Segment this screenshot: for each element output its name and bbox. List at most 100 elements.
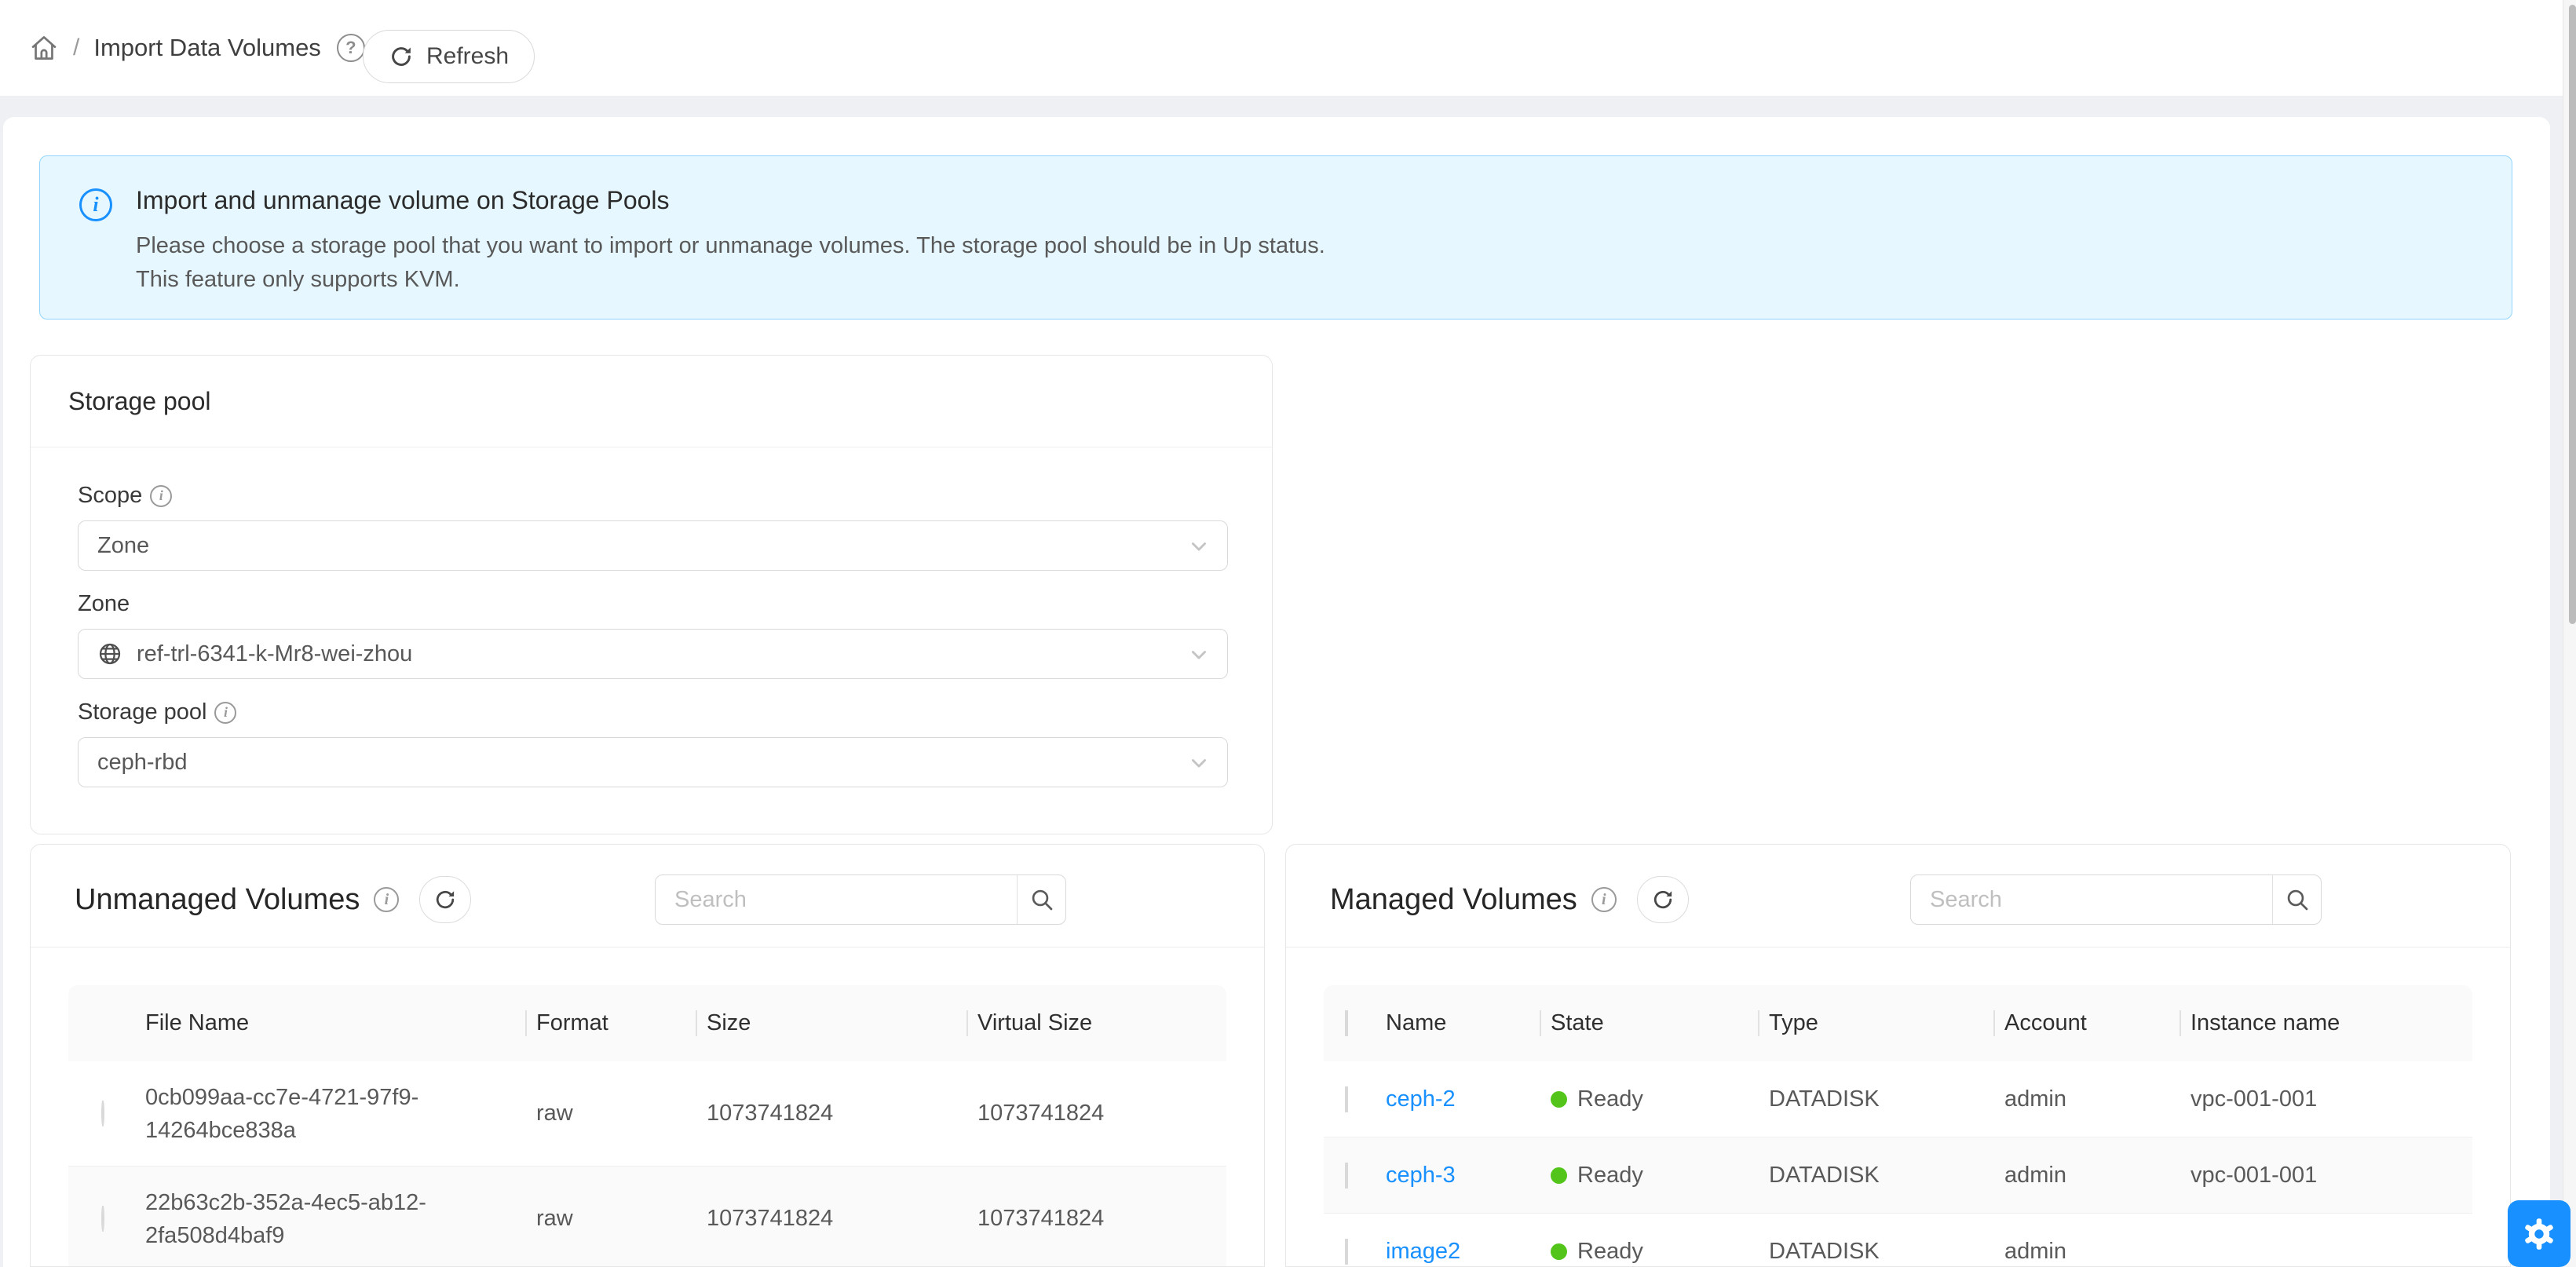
select-all-checkbox[interactable] xyxy=(1345,1010,1348,1036)
row-checkbox[interactable] xyxy=(1345,1239,1348,1265)
row-checkbox[interactable] xyxy=(1345,1163,1348,1188)
managed-table-header: Name State Type Account Instance name xyxy=(1324,985,2472,1061)
chevron-down-icon xyxy=(1188,535,1210,557)
refresh-button[interactable]: Refresh xyxy=(363,30,535,83)
scope-info-icon[interactable]: i xyxy=(150,485,172,507)
storage-pool-card-title: Storage pool xyxy=(31,356,1272,447)
cell-instance-name: vpc-001-001 xyxy=(2180,1086,2472,1112)
info-alert: i Import and unmanage volume on Storage … xyxy=(39,155,2512,319)
gear-icon xyxy=(2522,1217,2556,1251)
col-format: Format xyxy=(525,1010,696,1036)
table-row[interactable]: image2 Ready DATADISK admin xyxy=(1324,1214,2472,1267)
alert-description-line1: Please choose a storage pool that you wa… xyxy=(136,229,1325,263)
unmanaged-info-icon[interactable]: i xyxy=(374,887,399,912)
managed-search xyxy=(1910,874,2322,925)
managed-refresh-button[interactable] xyxy=(1637,876,1689,923)
volume-link[interactable]: image2 xyxy=(1386,1239,1460,1264)
col-file-name: File Name xyxy=(134,1010,525,1036)
row-radio[interactable] xyxy=(101,1206,104,1232)
cell-type: DATADISK xyxy=(1758,1086,1993,1112)
table-row[interactable]: 0cb099aa-cc7e-4721-97f9-14264bce838a raw… xyxy=(68,1061,1226,1167)
top-bar: / Import Data Volumes ? Refresh xyxy=(0,0,2563,96)
col-virtual-size: Virtual Size xyxy=(966,1010,1226,1036)
managed-search-button[interactable] xyxy=(2272,875,2321,924)
search-icon xyxy=(2285,887,2310,912)
scope-label-row: Scope i xyxy=(78,483,1228,509)
cell-size: 1073741824 xyxy=(696,1206,966,1232)
unmanaged-refresh-button[interactable] xyxy=(419,876,471,923)
unmanaged-volumes-card: Unmanaged Volumes i xyxy=(30,844,1265,1267)
storage-pool-form: Scope i Zone Zone xyxy=(31,447,1272,787)
search-icon xyxy=(1029,887,1054,912)
col-name: Name xyxy=(1375,1010,1540,1036)
unmanaged-table-header: File Name Format Size Virtual Size xyxy=(68,985,1226,1061)
ready-status-dot xyxy=(1551,1243,1567,1260)
scope-select[interactable]: Zone xyxy=(78,520,1228,571)
ready-status-dot xyxy=(1551,1167,1567,1184)
unmanaged-search-input[interactable] xyxy=(656,875,1017,924)
zone-select-value: ref-trl-6341-k-Mr8-wei-zhou xyxy=(137,641,412,667)
unmanaged-volumes-title: Unmanaged Volumes xyxy=(75,883,360,917)
reload-icon xyxy=(433,888,457,911)
zone-label: Zone xyxy=(78,591,130,617)
cell-virtual-size: 1073741824 xyxy=(966,1101,1226,1126)
cell-virtual-size: 1073741824 xyxy=(966,1206,1226,1232)
zone-select[interactable]: ref-trl-6341-k-Mr8-wei-zhou xyxy=(78,629,1228,679)
pool-label-row: Storage pool i xyxy=(78,699,1228,725)
cell-format: raw xyxy=(525,1101,696,1126)
cell-account: admin xyxy=(1993,1086,2180,1112)
pool-label: Storage pool xyxy=(78,699,206,725)
breadcrumb-separator: / xyxy=(73,35,79,61)
globe-icon xyxy=(97,641,122,666)
cell-state: Ready xyxy=(1577,1086,1643,1112)
table-row[interactable]: ceph-2 Ready DATADISK admin vpc-001-001 xyxy=(1324,1061,2472,1137)
alert-title: Import and unmanage volume on Storage Po… xyxy=(136,186,1325,215)
cell-file-name: 22b63c2b-352a-4ec5-ab12-2fa508d4baf9 xyxy=(134,1186,525,1252)
breadcrumb: / Import Data Volumes ? xyxy=(29,33,365,63)
cell-state: Ready xyxy=(1577,1163,1643,1188)
managed-volumes-title: Managed Volumes xyxy=(1330,883,1577,917)
managed-info-icon[interactable]: i xyxy=(1591,887,1617,912)
volume-link[interactable]: ceph-2 xyxy=(1386,1086,1456,1112)
col-state: State xyxy=(1540,1010,1758,1036)
page-title: Import Data Volumes xyxy=(93,34,320,62)
pool-info-icon[interactable]: i xyxy=(214,702,236,724)
scrollbar-thumb[interactable] xyxy=(2569,5,2576,624)
cell-instance-name: vpc-001-001 xyxy=(2180,1163,2472,1188)
managed-volumes-table: Name State Type Account Instance name ce… xyxy=(1324,985,2472,1267)
select-all-cell xyxy=(1324,1010,1375,1036)
help-icon[interactable]: ? xyxy=(337,34,365,62)
refresh-button-label: Refresh xyxy=(426,43,509,70)
unmanaged-search xyxy=(655,874,1066,925)
ready-status-dot xyxy=(1551,1091,1567,1108)
unmanaged-search-button[interactable] xyxy=(1017,875,1065,924)
cell-type: DATADISK xyxy=(1758,1163,1993,1188)
volume-link[interactable]: ceph-3 xyxy=(1386,1163,1456,1188)
col-instance-name: Instance name xyxy=(2180,1010,2472,1036)
unmanaged-volumes-table: File Name Format Size Virtual Size 0cb09… xyxy=(68,985,1226,1267)
zone-label-row: Zone xyxy=(78,591,1228,617)
storage-pool-card: Storage pool Scope i Zone Zone xyxy=(30,355,1273,834)
page: / Import Data Volumes ? Refresh i Import… xyxy=(0,0,2576,1267)
row-radio[interactable] xyxy=(101,1101,104,1126)
table-row[interactable]: ceph-3 Ready DATADISK admin vpc-001-001 xyxy=(1324,1137,2472,1214)
cell-type: DATADISK xyxy=(1758,1239,1993,1265)
cell-account: admin xyxy=(1993,1163,2180,1188)
settings-button[interactable] xyxy=(2508,1200,2571,1267)
alert-body: Import and unmanage volume on Storage Po… xyxy=(136,186,1325,319)
scrollbar-track[interactable] xyxy=(2563,0,2576,1267)
row-checkbox[interactable] xyxy=(1345,1086,1348,1112)
scope-select-value: Zone xyxy=(97,533,149,559)
managed-volumes-header: Managed Volumes i xyxy=(1286,845,2510,948)
chevron-down-icon xyxy=(1188,752,1210,774)
cell-file-name: 0cb099aa-cc7e-4721-97f9-14264bce838a xyxy=(134,1081,525,1147)
managed-search-input[interactable] xyxy=(1911,875,2272,924)
chevron-down-icon xyxy=(1188,644,1210,666)
unmanaged-volumes-header: Unmanaged Volumes i xyxy=(31,845,1264,948)
cell-account: admin xyxy=(1993,1239,2180,1265)
table-row[interactable]: 22b63c2b-352a-4ec5-ab12-2fa508d4baf9 raw… xyxy=(68,1167,1226,1267)
pool-select-value: ceph-rbd xyxy=(97,750,187,776)
reload-icon xyxy=(1651,888,1675,911)
pool-select[interactable]: ceph-rbd xyxy=(78,737,1228,787)
home-icon[interactable] xyxy=(29,33,59,63)
